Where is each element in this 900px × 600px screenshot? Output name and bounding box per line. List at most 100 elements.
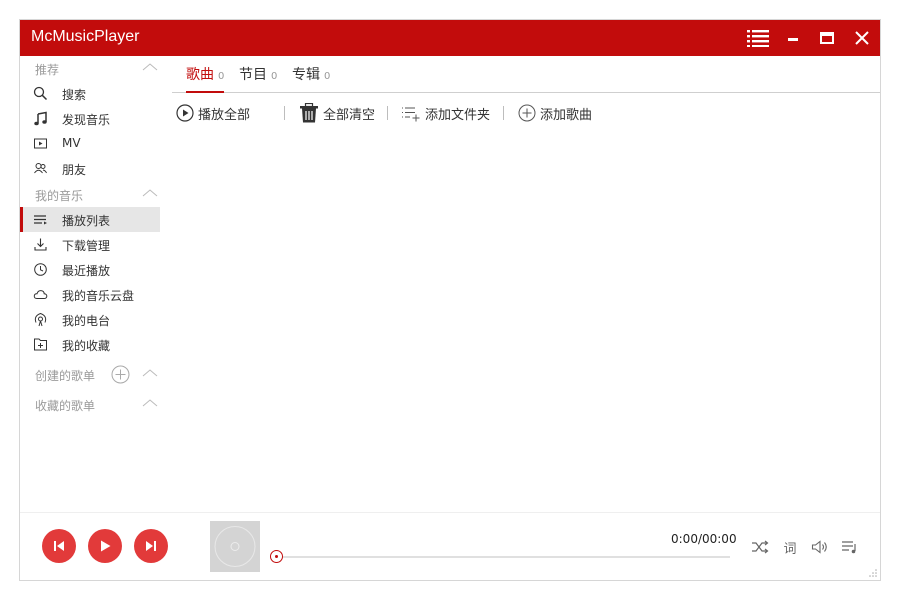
sidebar-item-label: 朋友 — [62, 163, 87, 177]
sidebar-item-label: 发现音乐 — [62, 113, 111, 127]
main-content: 歌曲 0 节目 0 专辑 0 播放全部 全部清空 添加文件夹 添加歌曲 — [172, 56, 880, 512]
next-button[interactable] — [134, 529, 168, 563]
sidebar-item-search[interactable]: 搜索 — [20, 81, 160, 106]
tab-count: 0 — [324, 71, 331, 82]
play-all-label: 播放全部 — [198, 107, 251, 123]
play-button[interactable] — [88, 529, 122, 563]
toolbar-divider — [503, 106, 504, 120]
section-collected-playlists: 收藏的歌单 — [20, 394, 160, 416]
previous-button[interactable] — [42, 529, 76, 563]
sidebar-item-mv[interactable]: MV — [20, 131, 160, 156]
close-button[interactable] — [845, 20, 879, 56]
tab-label: 节目 — [239, 67, 267, 83]
minimize-icon — [788, 38, 798, 41]
minimize-button[interactable] — [776, 20, 810, 56]
menu-button[interactable] — [741, 20, 775, 56]
sidebar-item-label: 最近播放 — [62, 264, 111, 278]
sidebar-item-downloads[interactable]: 下载管理 — [20, 232, 160, 257]
app-window: McMusicPlayer 推荐 搜索 发现音乐 MV 朋友 我的音乐 播放列表… — [19, 19, 881, 581]
add-song-button[interactable]: 添加歌曲 — [518, 102, 592, 124]
tab-count: 0 — [271, 71, 278, 82]
sidebar-item-label: 下载管理 — [62, 239, 111, 253]
tab-count: 0 — [218, 71, 225, 82]
section-my-music: 我的音乐 — [20, 184, 160, 206]
sidebar-item-cloud[interactable]: 我的音乐云盘 — [20, 282, 160, 307]
previous-icon — [54, 541, 64, 551]
add-folder-icon — [402, 107, 420, 122]
tab-albums[interactable]: 专辑 0 — [292, 64, 330, 93]
chevron-up-icon[interactable] — [142, 188, 158, 198]
playlist-button[interactable] — [841, 538, 859, 556]
clear-all-label: 全部清空 — [323, 107, 376, 123]
add-folder-label: 添加文件夹 — [425, 107, 491, 123]
play-circle-icon — [176, 104, 194, 122]
clear-all-button[interactable]: 全部清空 — [299, 102, 375, 124]
radio-icon — [34, 312, 47, 327]
toolbar: 播放全部 全部清空 添加文件夹 添加歌曲 — [172, 102, 880, 126]
playlist-icon — [34, 215, 47, 225]
chevron-up-icon[interactable] — [142, 368, 158, 378]
music-note-icon — [34, 111, 47, 126]
tab-bar: 歌曲 0 节目 0 专辑 0 — [172, 56, 880, 93]
sidebar-item-label: 我的收藏 — [62, 339, 111, 353]
search-icon — [33, 86, 48, 101]
section-recommend: 推荐 — [20, 58, 160, 80]
resize-grip-icon[interactable] — [868, 568, 878, 578]
sidebar-item-label: 我的音乐云盘 — [62, 289, 135, 303]
tab-label: 歌曲 — [186, 67, 214, 83]
friends-icon — [34, 163, 47, 174]
time-display: 0:00/00:00 — [671, 532, 737, 546]
collection-icon — [34, 338, 47, 351]
next-icon — [146, 541, 156, 551]
section-title: 创建的歌单 — [35, 369, 96, 383]
toolbar-divider — [284, 106, 285, 120]
section-created-playlists: 创建的歌单 — [20, 364, 160, 386]
sidebar-item-label: MV — [62, 136, 81, 150]
play-all-button[interactable]: 播放全部 — [176, 102, 250, 124]
video-icon — [34, 138, 47, 149]
sidebar-item-label: 播放列表 — [62, 214, 111, 228]
sidebar-item-discover[interactable]: 发现音乐 — [20, 106, 160, 131]
section-title: 推荐 — [35, 63, 60, 77]
section-title: 我的音乐 — [35, 189, 84, 203]
playlist-queue-icon — [842, 541, 856, 554]
section-title: 收藏的歌单 — [35, 399, 96, 413]
shuffle-icon — [752, 540, 769, 554]
progress-bar[interactable] — [275, 556, 730, 558]
tab-songs[interactable]: 歌曲 0 — [186, 64, 225, 93]
sidebar-item-collection[interactable]: 我的收藏 — [20, 332, 160, 357]
volume-button[interactable] — [811, 538, 829, 556]
progress-knob[interactable] — [270, 550, 283, 563]
download-icon — [34, 238, 47, 251]
maximize-button[interactable] — [810, 20, 844, 56]
chevron-up-icon[interactable] — [142, 398, 158, 408]
lyrics-icon: 词 — [783, 541, 797, 557]
sidebar-item-recent[interactable]: 最近播放 — [20, 257, 160, 282]
player-bar: 0:00/00:00 词 — [20, 512, 880, 580]
sidebar-item-radio[interactable]: 我的电台 — [20, 307, 160, 332]
app-title: McMusicPlayer — [31, 28, 140, 45]
maximize-icon — [820, 32, 834, 44]
title-bar[interactable]: McMusicPlayer — [20, 20, 880, 56]
add-folder-button[interactable]: 添加文件夹 — [401, 102, 490, 124]
play-icon — [101, 540, 111, 552]
add-playlist-icon[interactable] — [111, 365, 130, 384]
sidebar-item-label: 我的电台 — [62, 314, 111, 328]
chevron-up-icon[interactable] — [142, 62, 158, 72]
close-icon — [855, 31, 869, 45]
sidebar: 推荐 搜索 发现音乐 MV 朋友 我的音乐 播放列表 下载管理 最近播放 我的音… — [20, 56, 160, 512]
clock-icon — [34, 263, 47, 276]
tab-programs[interactable]: 节目 0 — [239, 64, 277, 93]
list-icon — [747, 30, 769, 47]
toolbar-divider — [387, 106, 388, 120]
lyrics-button[interactable]: 词 — [781, 538, 799, 557]
add-circle-icon — [518, 104, 536, 122]
tab-label: 专辑 — [292, 67, 320, 83]
shuffle-button[interactable] — [751, 538, 769, 556]
album-cover[interactable] — [210, 521, 260, 572]
sidebar-item-playlist[interactable]: 播放列表 — [20, 207, 160, 232]
trash-icon — [300, 103, 318, 123]
add-song-label: 添加歌曲 — [540, 107, 593, 123]
cloud-icon — [33, 290, 48, 299]
sidebar-item-friends[interactable]: 朋友 — [20, 156, 160, 181]
